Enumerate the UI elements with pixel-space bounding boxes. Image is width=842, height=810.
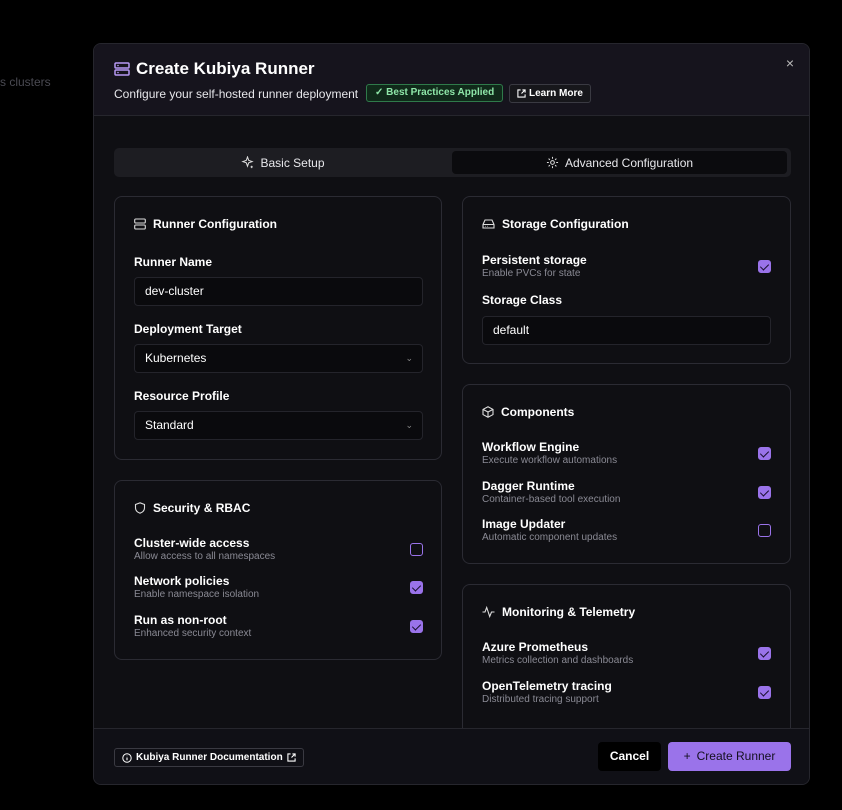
option-title: Persistent storage xyxy=(482,253,587,267)
background-text: s clusters xyxy=(0,75,51,89)
option-title: Cluster-wide access xyxy=(134,536,250,550)
storage-configuration-label: Storage Configuration xyxy=(502,217,629,231)
storage-class-input[interactable]: default xyxy=(482,316,771,345)
resource-profile-label: Resource Profile xyxy=(134,389,230,403)
option-azure-prometheus: Azure Prometheus Metrics collection and … xyxy=(482,640,771,670)
deployment-target-value: Kubernetes xyxy=(145,351,207,365)
chevron-down-icon: ⌄ xyxy=(405,353,413,363)
network-policies-checkbox[interactable] xyxy=(410,581,423,594)
dialog-subtitle: Configure your self-hosted runner deploy… xyxy=(114,87,359,101)
check-icon: ✓ xyxy=(375,87,387,98)
option-description: Execute workflow automations xyxy=(482,455,618,466)
dialog-header: Create Kubiya Runner Configure your self… xyxy=(94,44,809,116)
option-network-policies: Network policies Enable namespace isolat… xyxy=(134,574,423,604)
monitoring-telemetry-card: Monitoring & Telemetry Azure Prometheus … xyxy=(462,584,791,744)
option-title: Workflow Engine xyxy=(482,440,580,454)
opentelemetry-tracing-checkbox[interactable] xyxy=(758,686,771,699)
plus-icon: + xyxy=(683,749,691,763)
option-image-updater: Image Updater Automatic component update… xyxy=(482,517,771,547)
config-tabs: Basic Setup Advanced Configuration xyxy=(114,148,791,177)
components-title: Components xyxy=(482,405,574,419)
option-description: Enable namespace isolation xyxy=(134,589,260,600)
learn-more-label: Learn More xyxy=(529,88,583,99)
learn-more-button[interactable]: Learn More xyxy=(509,84,591,103)
activity-icon xyxy=(482,606,495,618)
azure-prometheus-checkbox[interactable] xyxy=(758,647,771,660)
storage-configuration-card: Storage Configuration Persistent storage… xyxy=(462,196,791,364)
security-rbac-card: Security & RBAC Cluster-wide access Allo… xyxy=(114,480,442,660)
option-description: Enable PVCs for state xyxy=(482,268,581,279)
create-runner-button[interactable]: + Create Runner xyxy=(668,742,791,771)
create-runner-label: Create Runner xyxy=(696,749,776,763)
external-link-icon xyxy=(287,753,296,762)
info-icon xyxy=(122,752,132,763)
run-as-non-root-checkbox[interactable] xyxy=(410,620,423,633)
option-title: Network policies xyxy=(134,574,230,588)
option-description: Container-based tool execution xyxy=(482,494,621,505)
option-description: Enhanced security context xyxy=(134,628,252,639)
runner-configuration-title: Runner Configuration xyxy=(134,217,277,231)
option-dagger-runtime: Dagger Runtime Container-based tool exec… xyxy=(482,479,771,509)
cancel-button[interactable]: Cancel xyxy=(598,742,661,771)
hard-drive-icon xyxy=(482,218,495,230)
tab-basic-setup-label: Basic Setup xyxy=(260,155,325,170)
documentation-link[interactable]: Kubiya Runner Documentation xyxy=(114,748,304,767)
option-description: Automatic component updates xyxy=(482,532,618,543)
storage-class-label: Storage Class xyxy=(482,293,563,307)
security-rbac-title: Security & RBAC xyxy=(134,501,250,515)
close-icon: × xyxy=(785,55,795,71)
option-title: Azure Prometheus xyxy=(482,640,589,654)
image-updater-checkbox[interactable] xyxy=(758,524,771,537)
deployment-target-select[interactable]: Kubernetes ⌄ xyxy=(134,344,423,373)
documentation-label: Kubiya Runner Documentation xyxy=(136,752,283,763)
close-button[interactable]: × xyxy=(783,56,797,70)
external-link-icon xyxy=(517,89,526,98)
best-practices-badge: ✓ Best Practices Applied xyxy=(366,84,504,102)
create-runner-dialog: Create Kubiya Runner Configure your self… xyxy=(93,43,810,785)
resource-profile-value: Standard xyxy=(145,418,194,432)
option-title: Run as non-root xyxy=(134,613,227,627)
workflow-engine-checkbox[interactable] xyxy=(758,447,771,460)
tab-advanced-configuration-label: Advanced Configuration xyxy=(564,155,694,170)
option-title: Image Updater xyxy=(482,517,566,531)
option-run-as-non-root: Run as non-root Enhanced security contex… xyxy=(134,613,423,643)
runner-name-input[interactable]: dev-cluster xyxy=(134,277,423,306)
tab-advanced-configuration[interactable]: Advanced Configuration xyxy=(452,151,787,174)
best-practices-label: Best Practices Applied xyxy=(386,87,495,98)
shield-icon xyxy=(134,502,146,514)
gear-icon xyxy=(546,156,559,169)
package-icon xyxy=(482,406,494,418)
storage-configuration-title: Storage Configuration xyxy=(482,217,629,231)
option-workflow-engine: Workflow Engine Execute workflow automat… xyxy=(482,440,771,470)
option-title: Dagger Runtime xyxy=(482,479,575,493)
runner-configuration-label: Runner Configuration xyxy=(153,217,277,231)
runner-configuration-card: Runner Configuration Runner Name dev-clu… xyxy=(114,196,442,460)
deployment-target-label: Deployment Target xyxy=(134,322,242,336)
server-icon xyxy=(134,218,146,230)
server-icon xyxy=(114,61,130,77)
chevron-down-icon: ⌄ xyxy=(405,420,413,430)
option-cluster-wide-access: Cluster-wide access Allow access to all … xyxy=(134,536,423,566)
option-description: Allow access to all namespaces xyxy=(134,551,276,562)
monitoring-telemetry-title: Monitoring & Telemetry xyxy=(482,605,635,619)
dagger-runtime-checkbox[interactable] xyxy=(758,486,771,499)
cluster-wide-access-checkbox[interactable] xyxy=(410,543,423,556)
option-description: Metrics collection and dashboards xyxy=(482,655,634,666)
persistent-storage-checkbox[interactable] xyxy=(758,260,771,273)
dialog-title: Create Kubiya Runner xyxy=(136,59,315,78)
tab-basic-setup[interactable]: Basic Setup xyxy=(117,151,449,174)
option-persistent-storage: Persistent storage Enable PVCs for state xyxy=(482,253,771,283)
monitoring-telemetry-label: Monitoring & Telemetry xyxy=(502,605,636,619)
option-opentelemetry-tracing: OpenTelemetry tracing Distributed tracin… xyxy=(482,679,771,709)
sparkles-icon xyxy=(241,156,255,169)
option-description: Distributed tracing support xyxy=(482,694,599,705)
components-label: Components xyxy=(501,405,575,419)
components-card: Components Workflow Engine Execute workf… xyxy=(462,384,791,564)
option-title: OpenTelemetry tracing xyxy=(482,679,612,693)
runner-name-label: Runner Name xyxy=(134,255,213,269)
security-rbac-label: Security & RBAC xyxy=(153,501,251,515)
resource-profile-select[interactable]: Standard ⌄ xyxy=(134,411,423,440)
dialog-footer: Kubiya Runner Documentation Cancel + Crea… xyxy=(94,728,809,784)
